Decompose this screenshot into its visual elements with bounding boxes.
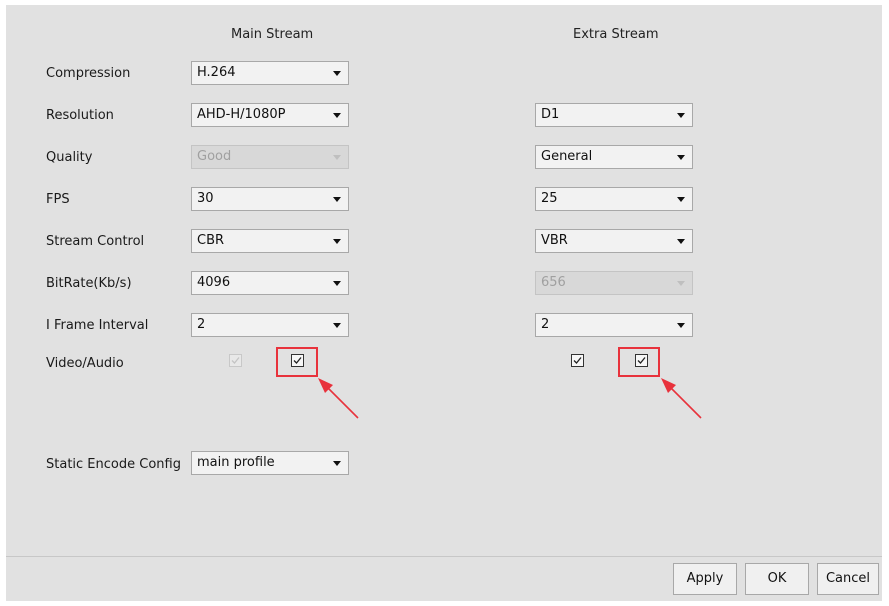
main-compression-select[interactable]: H.264 bbox=[191, 61, 349, 85]
bitrate-label: BitRate(Kb/s) bbox=[46, 276, 132, 291]
apply-button[interactable]: Apply bbox=[673, 563, 737, 595]
chevron-down-icon bbox=[333, 281, 341, 286]
main-iframe-interval-select[interactable]: 2 bbox=[191, 313, 349, 337]
main-compression-value: H.264 bbox=[197, 65, 236, 80]
encode-settings-panel: Main Stream Extra Stream Compression Res… bbox=[6, 5, 882, 601]
extra-resolution-select[interactable]: D1 bbox=[535, 103, 693, 127]
check-icon bbox=[231, 357, 240, 364]
main-bitrate-select[interactable]: 4096 bbox=[191, 271, 349, 295]
extra-stream-header: Extra Stream bbox=[573, 27, 659, 42]
chevron-down-icon bbox=[333, 197, 341, 202]
chevron-down-icon bbox=[677, 113, 685, 118]
extra-video-checkbox[interactable] bbox=[571, 354, 584, 367]
chevron-down-icon bbox=[677, 197, 685, 202]
static-encode-config-select[interactable]: main profile bbox=[191, 451, 349, 475]
iframe-interval-label: I Frame Interval bbox=[46, 318, 149, 333]
extra-resolution-value: D1 bbox=[541, 107, 560, 122]
video-audio-label: Video/Audio bbox=[46, 356, 124, 371]
resolution-label: Resolution bbox=[46, 108, 114, 123]
extra-bitrate-value: 656 bbox=[541, 275, 566, 290]
annotation-arrow-icon-extra bbox=[661, 378, 702, 419]
quality-label: Quality bbox=[46, 150, 93, 165]
extra-iframe-interval-value: 2 bbox=[541, 317, 550, 332]
main-bitrate-value: 4096 bbox=[197, 275, 231, 290]
chevron-down-icon bbox=[333, 113, 341, 118]
main-stream-control-select[interactable]: CBR bbox=[191, 229, 349, 253]
main-quality-value: Good bbox=[197, 149, 232, 164]
fps-label: FPS bbox=[46, 192, 70, 207]
extra-quality-select[interactable]: General bbox=[535, 145, 693, 169]
extra-fps-select[interactable]: 25 bbox=[535, 187, 693, 211]
main-video-checkbox bbox=[229, 354, 242, 367]
extra-stream-control-value: VBR bbox=[541, 233, 568, 248]
chevron-down-icon bbox=[333, 239, 341, 244]
chevron-down-icon bbox=[677, 281, 685, 286]
chevron-down-icon bbox=[333, 461, 341, 466]
static-encode-config-value: main profile bbox=[197, 455, 275, 470]
extra-iframe-interval-select[interactable]: 2 bbox=[535, 313, 693, 337]
main-stream-header: Main Stream bbox=[231, 27, 314, 42]
annotation-arrow-icon-main bbox=[318, 378, 359, 419]
chevron-down-icon bbox=[677, 323, 685, 328]
extra-fps-value: 25 bbox=[541, 191, 558, 206]
footer-divider bbox=[6, 556, 882, 557]
extra-stream-control-select[interactable]: VBR bbox=[535, 229, 693, 253]
chevron-down-icon bbox=[333, 71, 341, 76]
extra-bitrate-select: 656 bbox=[535, 271, 693, 295]
main-quality-select: Good bbox=[191, 145, 349, 169]
ok-button[interactable]: OK bbox=[745, 563, 809, 595]
main-stream-control-value: CBR bbox=[197, 233, 225, 248]
cancel-button[interactable]: Cancel bbox=[817, 563, 879, 595]
chevron-down-icon bbox=[677, 155, 685, 160]
stream-control-label: Stream Control bbox=[46, 234, 145, 249]
check-icon bbox=[573, 357, 582, 364]
compression-label: Compression bbox=[46, 66, 131, 81]
static-encode-config-label: Static Encode Config bbox=[46, 457, 181, 472]
main-iframe-interval-value: 2 bbox=[197, 317, 206, 332]
chevron-down-icon bbox=[333, 323, 341, 328]
main-fps-value: 30 bbox=[197, 191, 214, 206]
main-fps-select[interactable]: 30 bbox=[191, 187, 349, 211]
chevron-down-icon bbox=[333, 155, 341, 160]
chevron-down-icon bbox=[677, 239, 685, 244]
main-resolution-select[interactable]: AHD-H/1080P bbox=[191, 103, 349, 127]
main-resolution-value: AHD-H/1080P bbox=[197, 107, 286, 122]
extra-quality-value: General bbox=[541, 149, 593, 164]
